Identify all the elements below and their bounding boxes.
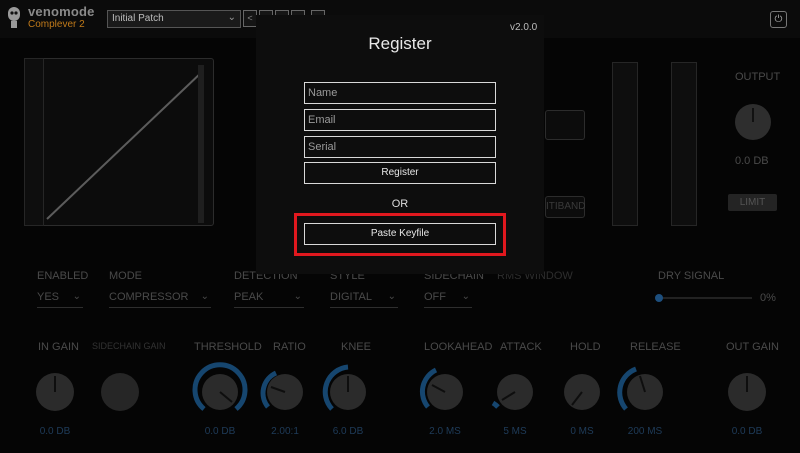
detection-select[interactable]: PEAK ⌄ <box>234 291 304 308</box>
limit-button[interactable]: LIMIT <box>728 194 777 211</box>
mode-label: MODE <box>109 270 142 282</box>
knob-row <box>36 362 766 411</box>
chevron-down-icon: ⌄ <box>461 291 470 302</box>
ratio-knob[interactable] <box>260 370 303 410</box>
venomode-logo-icon <box>8 7 20 28</box>
multiband-button[interactable]: ITIBAND <box>545 196 585 218</box>
output-meter-right <box>671 62 697 226</box>
in-gain-value: 0.0 DB <box>39 426 71 437</box>
dry-signal-value: 0% <box>760 292 776 304</box>
dry-signal-label: DRY SIGNAL <box>658 270 725 282</box>
chevron-down-icon: ⌄ <box>200 291 209 302</box>
style-select[interactable]: DIGITAL ⌄ <box>330 291 398 308</box>
name-field[interactable] <box>304 82 496 104</box>
style-value: DIGITAL <box>330 291 372 303</box>
chevron-down-icon: ⌄ <box>293 291 302 302</box>
brand-name: venomode <box>28 4 95 19</box>
register-button[interactable]: Register <box>304 162 496 184</box>
lookahead-label: LOOKAHEAD <box>424 341 493 353</box>
out-gain-label: OUT GAIN <box>726 341 779 353</box>
output-label: OUTPUT <box>735 71 781 83</box>
out-gain-value: 0.0 DB <box>731 426 763 437</box>
input-meter <box>24 58 44 226</box>
dialog-title: Register <box>368 34 432 53</box>
or-separator: OR <box>391 198 409 210</box>
transfer-curve-panel <box>24 58 214 226</box>
hold-value: 0 MS <box>570 426 594 437</box>
output-value: 0.0 DB <box>735 155 769 167</box>
version-label: v2.0.0 <box>510 22 538 33</box>
enabled-value: YES <box>37 291 60 303</box>
release-label: RELEASE <box>630 341 681 353</box>
threshold-label: THRESHOLD <box>194 341 262 353</box>
transfer-curve-graph <box>46 65 204 223</box>
power-icon[interactable]: ⏻ <box>770 11 787 28</box>
preset-name: Initial Patch <box>112 13 164 24</box>
chevron-down-icon: ⌄ <box>72 291 81 302</box>
preset-prev-button[interactable]: < <box>243 10 257 27</box>
band-display <box>545 110 585 140</box>
lookahead-value: 2.0 MS <box>429 426 461 437</box>
attack-knob[interactable] <box>491 374 533 410</box>
product-name: Complever 2 <box>28 19 85 30</box>
output-meter-left <box>612 62 638 226</box>
hold-knob[interactable] <box>564 374 600 410</box>
sidechain-value: OFF <box>424 291 446 303</box>
threshold-value: 0.0 DB <box>204 426 236 437</box>
knee-knob[interactable] <box>322 364 366 411</box>
sidechain-gain-label: SIDECHAIN GAIN <box>92 341 166 351</box>
enabled-label: ENABLED <box>37 270 89 282</box>
release-knob[interactable] <box>617 366 663 411</box>
release-value: 200 MS <box>627 426 663 437</box>
sidechain-gain-knob[interactable] <box>101 373 139 411</box>
hold-label: HOLD <box>570 341 601 353</box>
enabled-select[interactable]: YES ⌄ <box>37 291 83 308</box>
in-gain-knob[interactable] <box>36 373 74 411</box>
chevron-down-icon: ⌄ <box>387 291 396 302</box>
ratio-label: RATIO <box>273 341 306 353</box>
attack-label: ATTACK <box>500 341 542 353</box>
highlight-box <box>294 213 506 256</box>
mode-value: COMPRESSOR <box>109 291 189 303</box>
dry-signal-slider-handle[interactable] <box>655 294 663 302</box>
in-gain-label: IN GAIN <box>38 341 79 353</box>
attack-value: 5 MS <box>503 426 527 437</box>
dry-signal-slider[interactable] <box>658 297 752 299</box>
knee-value: 6.0 DB <box>332 426 364 437</box>
threshold-knob[interactable] <box>192 362 248 411</box>
lookahead-knob[interactable] <box>419 367 463 410</box>
preset-selector[interactable]: Initial Patch ⌄ <box>107 10 241 28</box>
mode-select[interactable]: COMPRESSOR ⌄ <box>109 291 211 308</box>
ratio-value: 2.00:1 <box>271 426 299 437</box>
chevron-down-icon: ⌄ <box>227 12 236 23</box>
knee-label: KNEE <box>341 341 371 353</box>
detection-value: PEAK <box>234 291 264 303</box>
out-gain-knob[interactable] <box>728 373 766 411</box>
serial-field[interactable] <box>304 136 496 158</box>
output-knob[interactable] <box>733 102 773 142</box>
email-field[interactable] <box>304 109 496 131</box>
sidechain-select[interactable]: OFF ⌄ <box>424 291 472 308</box>
